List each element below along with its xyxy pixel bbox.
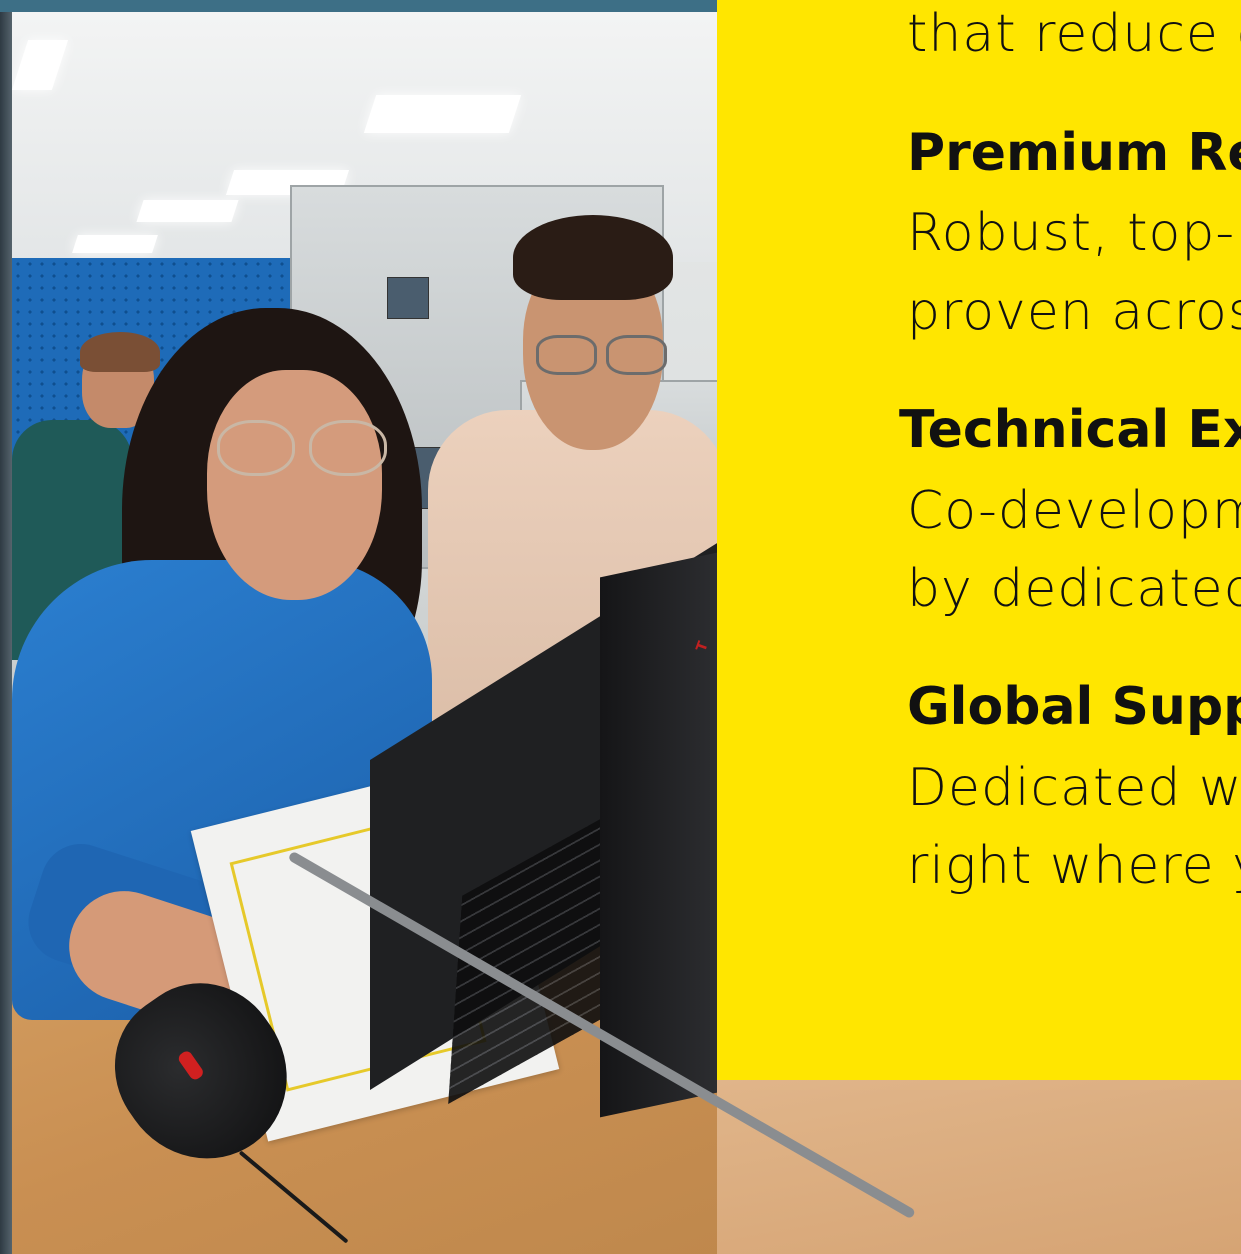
feature-text: by dedicated (907, 559, 1241, 619)
feature-text: right where y (907, 836, 1241, 896)
photo-top-band (0, 0, 717, 12)
feature-text: Co-developm (907, 481, 1241, 541)
info-card: that reduce e Premium Re Robust, top- pr… (717, 0, 1241, 1080)
mouse-wheel (176, 1049, 206, 1082)
ceiling-light (363, 95, 522, 133)
ceiling-light (72, 235, 158, 253)
feature-text: proven acros (907, 282, 1241, 342)
ceiling-light (136, 200, 239, 222)
intro-line: that reduce e (907, 4, 1241, 64)
wooden-desk (717, 1080, 1241, 1254)
feature-title-technical: Technical Ex (899, 400, 1241, 460)
photo-left-edge (0, 0, 12, 1254)
feature-title-global: Global Supp (907, 677, 1241, 737)
glasses (536, 335, 667, 375)
feature-text: Dedicated w (907, 758, 1241, 818)
feature-text: Robust, top- (907, 203, 1236, 263)
glasses (217, 420, 387, 476)
feature-title-premium: Premium Re (907, 123, 1241, 183)
